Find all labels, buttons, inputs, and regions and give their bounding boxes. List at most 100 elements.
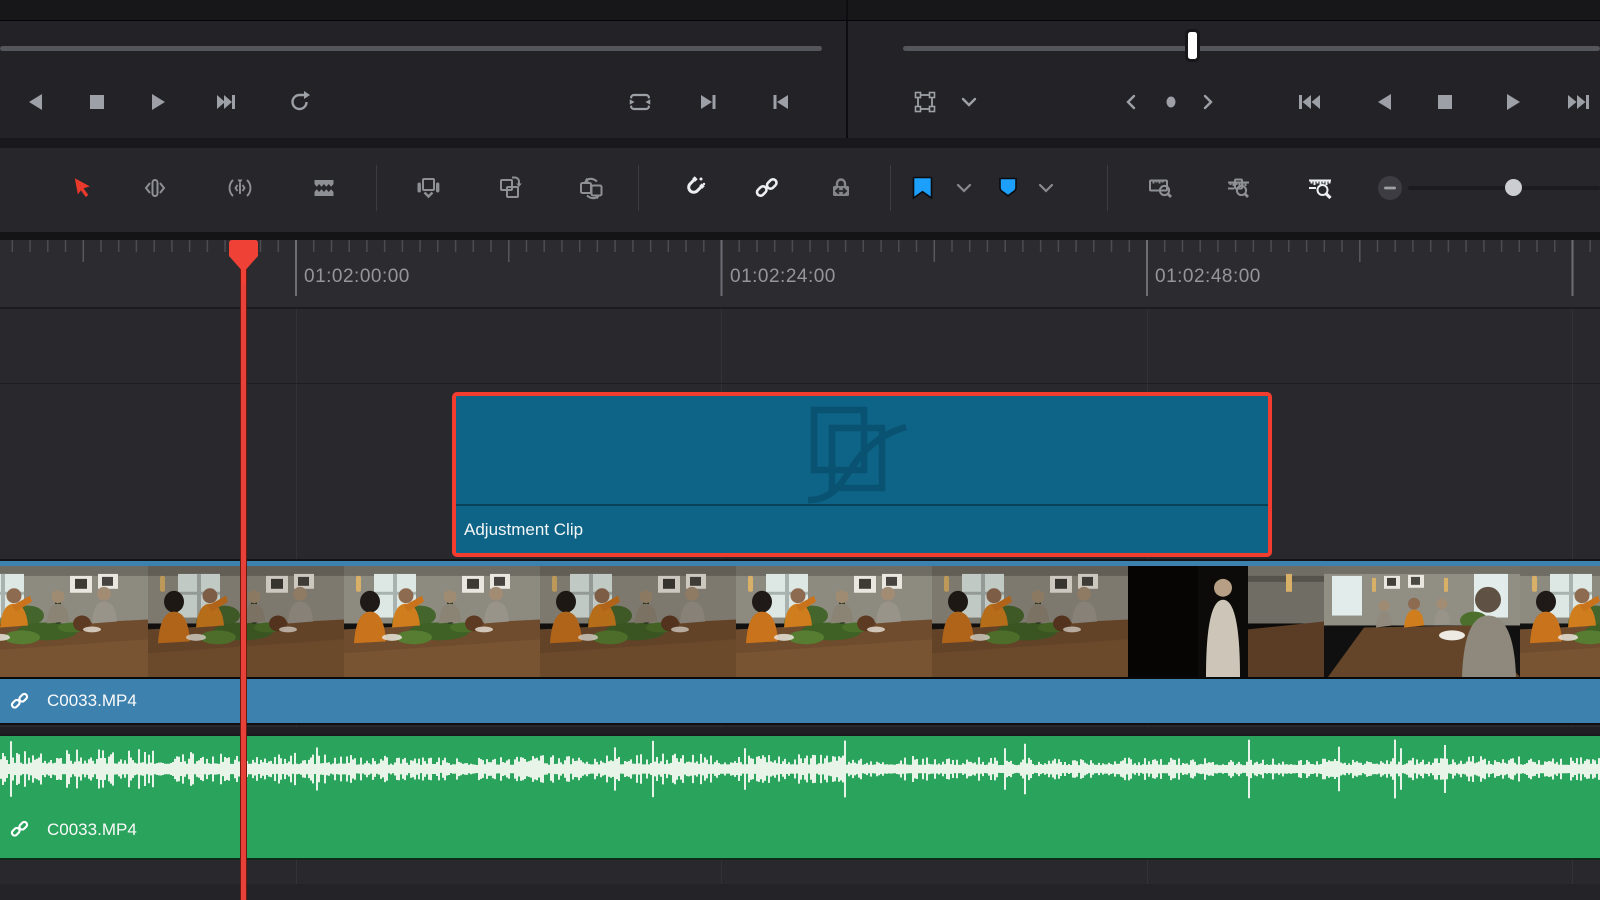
stop-button[interactable] [75,80,119,124]
timeline-play-reverse-button[interactable] [1363,80,1407,124]
first-frame-button[interactable] [1287,80,1331,124]
zoom-detail-icon [1226,175,1252,201]
timeline-stop-button[interactable] [1423,80,1467,124]
play-reverse-button[interactable] [14,80,58,124]
zoom-out-button[interactable] [1368,166,1412,210]
chevron-down-icon [1036,178,1056,198]
loop-icon [289,89,315,115]
timeline-scrub-bar[interactable] [903,46,1600,51]
position-lock-button[interactable] [819,166,863,210]
play-reverse-icon [24,90,48,114]
adjustment-clip-label: Adjustment Clip [456,504,1268,553]
source-scrub-bar[interactable] [0,46,822,51]
replace-clip-button[interactable] [570,166,614,210]
insert-clip-button[interactable] [406,166,450,210]
marker-button[interactable] [986,166,1030,210]
clip-thumbnail [1128,566,1326,677]
position-lock-icon [828,175,854,201]
zoom-full-extent-button[interactable] [1139,166,1183,210]
timecode-label: 01:02:24:00 [730,266,836,288]
next-edit-icon [696,90,720,114]
toolbar-divider [376,165,377,211]
clip-thumbnail [344,566,542,677]
razor-edit-mode-button[interactable] [302,166,346,210]
davinci-resolve-edit-timeline: 01:02:00:00 01:02:24:00 01:02:48:00 Adju… [0,0,1600,900]
chevron-down-icon [954,178,974,198]
zoom-slider-handle[interactable] [1505,179,1522,196]
zoom-custom-button[interactable] [1298,166,1342,210]
clip-thumbnail [148,566,346,677]
video-clip-name: C0033.MP4 [47,691,137,711]
selection-mode-button[interactable] [60,166,104,210]
clip-thumbnail [932,566,1130,677]
jog-dot-icon [1159,90,1183,114]
zoom-full-extent-icon [1148,175,1174,201]
viewer-bottom-edge [0,0,1600,21]
overwrite-clip-icon [497,175,523,201]
playhead-marker[interactable] [228,239,259,285]
clip-thumbnail [1520,566,1600,677]
link-icon [10,820,29,839]
toolbar-divider [890,165,891,211]
chevron-right-icon [1195,90,1219,114]
play-reverse-icon [1373,90,1397,114]
flag-button[interactable] [901,166,945,210]
snapping-button[interactable] [671,166,715,210]
jog-dot-button[interactable] [1156,80,1186,124]
fast-forward-icon [1567,90,1593,114]
play-icon [146,90,170,114]
razor-icon [311,175,337,201]
timecode-label: 01:02:00:00 [304,266,410,288]
zoom-custom-icon [1307,175,1334,202]
link-icon [754,175,780,201]
viewer-panel-divider [846,0,848,148]
toolbar-divider [1107,165,1108,211]
timeline-scrub-handle[interactable] [1188,32,1197,59]
marker-dropdown[interactable] [1031,166,1061,210]
timeline-play-button[interactable] [1491,80,1535,124]
timecode-label: 01:02:48:00 [1155,266,1261,288]
loop-button[interactable] [280,80,324,124]
trim-edit-mode-button[interactable] [133,166,177,210]
overwrite-clip-button[interactable] [488,166,532,210]
next-edit-button[interactable] [686,80,730,124]
flag-dropdown[interactable] [949,166,979,210]
link-icon [10,692,29,711]
row-separator [0,138,1600,148]
play-icon [1501,90,1525,114]
replace-clip-icon [578,175,606,201]
first-frame-icon [1296,90,1322,114]
clip-thumbnail [1324,566,1522,677]
dynamic-trim-mode-button[interactable] [218,166,262,210]
audio-clip-name: C0033.MP4 [47,820,137,840]
previous-edit-button[interactable] [759,80,803,124]
linked-selection-button[interactable] [745,166,789,210]
transform-dropdown[interactable] [954,80,984,124]
fast-forward-icon [214,90,238,114]
toolbar-divider [638,165,639,211]
zoom-slider-track[interactable] [1408,186,1600,190]
play-button[interactable] [136,80,180,124]
transform-icon [913,90,937,114]
minus-icon [1376,174,1404,202]
jog-step-forward-button[interactable] [1192,80,1222,124]
adjustment-clip[interactable]: Adjustment Clip [452,392,1272,557]
dynamic-trim-icon [227,175,253,201]
chevron-left-icon [1120,90,1144,114]
cursor-icon [69,175,95,201]
playhead-line[interactable] [240,244,247,900]
transform-button[interactable] [903,80,947,124]
magnet-icon [679,174,707,202]
fast-forward-button[interactable] [204,80,248,124]
zoom-detail-button[interactable] [1217,166,1261,210]
chevron-down-icon [958,91,980,113]
previous-edit-icon [769,90,793,114]
stop-icon [1433,90,1457,114]
timeline-fast-forward-button[interactable] [1558,80,1600,124]
insert-clip-icon [415,175,441,201]
loop-playback-button[interactable] [618,80,662,124]
jog-step-back-button[interactable] [1117,80,1147,124]
clip-thumbnail [736,566,934,677]
clip-thumbnail [0,566,150,677]
flag-icon [910,174,936,202]
